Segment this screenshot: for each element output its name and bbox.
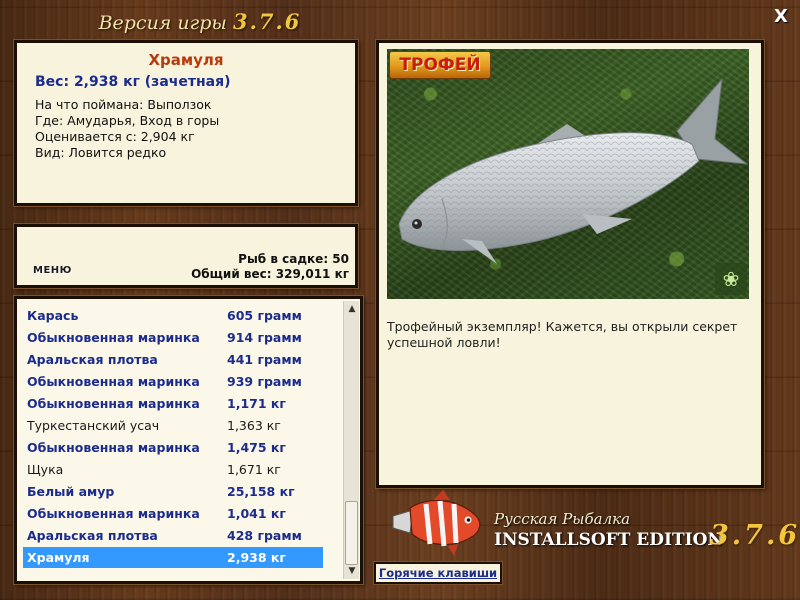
list-item[interactable]: Аральская плотва 441 грамм [23,349,323,370]
hotkeys-button[interactable]: Горячие клавиши [374,562,502,584]
catch-list-panel: Карась 605 грамм Обыкновенная маринка 914 г… [14,296,363,584]
list-item-weight: 428 грамм [227,528,302,543]
list-item-weight: 1,041 кг [227,506,286,521]
fish-weight: Вес: 2,938 кг (зачетная) [35,74,231,90]
list-item-name: Белый амур [27,484,115,499]
scroll-down-icon[interactable]: ▼ [344,563,360,579]
logo-edition: INSTALLSOFT EDITION [494,530,723,550]
list-item-name: Аральская плотва [27,528,158,543]
kind-info: Вид: Ловится редко [35,145,167,160]
total-weight: Общий вес: 329,011 кг [191,267,349,281]
fish-photo-panel: ТРОФЕЙ ❀ Трофейный экземпляр! Кажется, в… [376,40,764,488]
logo-title: Русская Рыбалка [494,510,631,528]
logo-fish-icon [392,490,481,556]
fish-photo: ТРОФЕЙ ❀ [387,49,749,299]
version-prefix: Версия игры [98,12,227,34]
list-item-weight: 914 грамм [227,330,302,345]
list-item-name: Обыкновенная маринка [27,374,200,389]
version-number: 3.7.6 [232,9,302,34]
list-item-weight: 25,158 кг [227,484,295,499]
list-item-weight: 1,171 кг [227,396,286,411]
list-item-weight: 441 грамм [227,352,302,367]
list-item-name: Обыкновенная маринка [27,440,200,455]
trophy-caption: Трофейный экземпляр! Кажется, вы открыли… [387,319,738,350]
list-item[interactable]: Обыкновенная маринка 1,475 кг [23,437,323,458]
list-item-selected[interactable]: Храмуля 2,938 кг [23,547,323,568]
list-scrollbar[interactable]: ▲ ▼ [343,301,359,579]
catch-info-panel: Храмуля Вес: 2,938 кг (зачетная) На что … [14,40,358,206]
list-item[interactable]: Обыкновенная маринка 1,171 кг [23,393,323,414]
butterfly-icon[interactable]: ❀ [715,263,747,295]
bait-info: На что поймана: Выползок [35,97,212,112]
scroll-thumb[interactable] [345,501,358,565]
list-item-weight: 1,671 кг [227,462,281,477]
list-item-name: Обыкновенная маринка [27,506,200,521]
list-item[interactable]: Обыкновенная маринка 939 грамм [23,371,323,392]
list-item-name: Карась [27,308,79,323]
title-bar: Версия игры 3.7.6 X [0,0,800,36]
list-item[interactable]: Карась 605 грамм [23,305,323,326]
list-item[interactable]: Обыкновенная маринка 914 грамм [23,327,323,348]
list-item[interactable]: Щука 1,671 кг [23,459,323,480]
menu-button[interactable]: МЕНЮ [33,265,72,276]
list-item[interactable]: Белый амур 25,158 кг [23,481,323,502]
list-item-weight: 2,938 кг [227,550,286,565]
trophy-badge: ТРОФЕЙ [389,51,491,79]
game-version-title: Версия игры 3.7.6 [0,9,400,34]
list-item-name: Щука [27,462,64,477]
list-item-name: Аральская плотва [27,352,158,367]
list-item-name: Туркестанский усач [27,418,160,433]
location-info: Где: Амударья, Вход в горы [35,113,220,128]
close-button[interactable]: X [770,6,792,28]
list-item-weight: 605 грамм [227,308,302,323]
list-item-name: Обыкновенная маринка [27,396,200,411]
list-item[interactable]: Туркестанский усач 1,363 кг [23,415,323,436]
list-item-weight: 1,363 кг [227,418,281,433]
list-item[interactable]: Аральская плотва 428 грамм [23,525,323,546]
list-item[interactable]: Обыкновенная маринка 1,041 кг [23,503,323,524]
fish-name-heading: Храмуля [148,51,224,69]
fish-illustration [398,77,749,264]
logo-version: 3.7.6 [710,520,800,551]
list-item-name: Обыкновенная маринка [27,330,200,345]
keepnet-stats-panel: МЕНЮ Рыб в садке: 50 Общий вес: 329,011 … [14,224,358,288]
list-item-name: Храмуля [27,550,90,565]
list-item-weight: 939 грамм [227,374,302,389]
list-item-weight: 1,475 кг [227,440,286,455]
keepnet-stats: Рыб в садке: 50 Общий вес: 329,011 кг [191,252,349,282]
fish-count: Рыб в садке: 50 [238,252,349,266]
scroll-up-icon[interactable]: ▲ [344,301,360,317]
valued-from-info: Оценивается с: 2,904 кг [35,129,195,144]
